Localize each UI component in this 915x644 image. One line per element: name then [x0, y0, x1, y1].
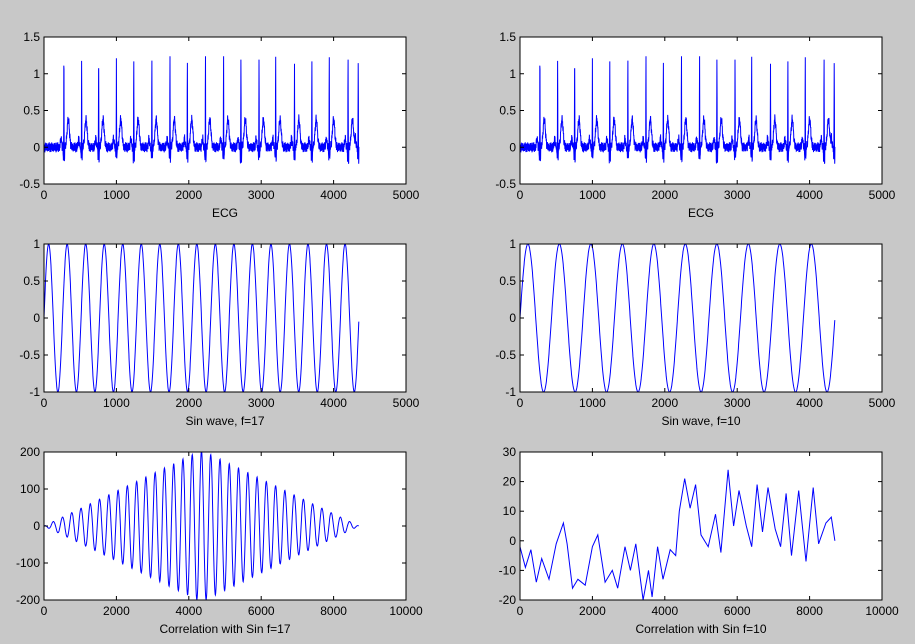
x-axis-label: Correlation with Sin f=10: [635, 622, 766, 636]
x-tick-label: 0: [41, 396, 48, 410]
y-tick-label: 1.5: [23, 30, 40, 44]
x-axis-label: ECG: [688, 206, 714, 220]
y-tick-label: 0.5: [499, 274, 516, 288]
y-tick-label: -0.5: [19, 177, 40, 191]
figure-canvas: 0 1000 2000 3000 4000 5000-0.500.511.5ECG0 100…: [0, 0, 915, 644]
x-tick-label: 1000: [103, 188, 130, 202]
y-tick-label: 100: [20, 482, 40, 496]
y-tick-label: -10: [499, 563, 517, 577]
y-tick-label: 20: [503, 475, 517, 489]
x-axis-label: Sin wave, f=10: [661, 414, 740, 428]
x-tick-label: 0: [41, 188, 48, 202]
x-tick-label: 5000: [869, 188, 896, 202]
x-axis-label: Sin wave, f=17: [185, 414, 264, 428]
axes-area: [520, 452, 882, 600]
x-tick-label: 2000: [175, 396, 202, 410]
x-axis-label: ECG: [212, 206, 238, 220]
x-tick-label: 6000: [248, 604, 275, 618]
y-tick-label: 1: [33, 237, 40, 251]
y-tick-label: -200: [16, 593, 40, 607]
y-tick-label: 200: [20, 445, 40, 459]
y-tick-label: -1: [29, 385, 40, 399]
x-tick-label: 8000: [796, 604, 823, 618]
y-tick-label: 1.5: [499, 30, 516, 44]
y-tick-label: -20: [499, 593, 517, 607]
x-tick-label: 4000: [175, 604, 202, 618]
x-tick-label: 1000: [579, 396, 606, 410]
x-tick-label: 0: [41, 604, 48, 618]
x-tick-label: 10000: [865, 604, 899, 618]
y-tick-label: 0: [33, 311, 40, 325]
y-tick-label: 0: [509, 311, 516, 325]
x-tick-label: 2000: [175, 188, 202, 202]
x-tick-label: 1000: [579, 188, 606, 202]
y-tick-label: -0.5: [495, 348, 516, 362]
y-tick-label: 0.5: [499, 104, 516, 118]
x-tick-label: 6000: [724, 604, 751, 618]
x-tick-label: 5000: [393, 396, 420, 410]
x-tick-label: 2000: [579, 604, 606, 618]
x-tick-label: 2000: [651, 188, 678, 202]
x-tick-label: 4000: [796, 396, 823, 410]
x-axis-label: Correlation with Sin f=17: [159, 622, 290, 636]
y-tick-label: 1: [33, 67, 40, 81]
x-tick-label: 4000: [320, 188, 347, 202]
y-tick-label: 0: [509, 534, 516, 548]
x-tick-label: 5000: [869, 396, 896, 410]
y-tick-label: -0.5: [19, 348, 40, 362]
x-tick-label: 4000: [320, 396, 347, 410]
x-tick-label: 0: [517, 188, 524, 202]
x-tick-label: 8000: [320, 604, 347, 618]
y-tick-label: -1: [505, 385, 516, 399]
y-tick-label: 0.5: [23, 274, 40, 288]
x-tick-label: 3000: [724, 396, 751, 410]
y-tick-label: -0.5: [495, 177, 516, 191]
axes-area: [520, 244, 882, 392]
x-tick-label: 0: [517, 396, 524, 410]
x-tick-label: 3000: [248, 396, 275, 410]
x-tick-label: 4000: [651, 604, 678, 618]
y-tick-label: 30: [503, 445, 517, 459]
x-tick-label: 1000: [103, 396, 130, 410]
x-tick-label: 2000: [103, 604, 130, 618]
y-tick-label: 0: [509, 140, 516, 154]
x-tick-label: 0: [517, 604, 524, 618]
x-tick-label: 2000: [651, 396, 678, 410]
y-tick-label: 0: [33, 140, 40, 154]
y-tick-label: -100: [16, 556, 40, 570]
x-tick-label: 10000: [389, 604, 423, 618]
x-tick-label: 3000: [248, 188, 275, 202]
x-tick-label: 5000: [393, 188, 420, 202]
y-tick-label: 1: [509, 67, 516, 81]
y-tick-label: 0.5: [23, 104, 40, 118]
y-tick-label: 1: [509, 237, 516, 251]
y-tick-label: 10: [503, 504, 517, 518]
y-tick-label: 0: [33, 519, 40, 533]
x-tick-label: 3000: [724, 188, 751, 202]
x-tick-label: 4000: [796, 188, 823, 202]
